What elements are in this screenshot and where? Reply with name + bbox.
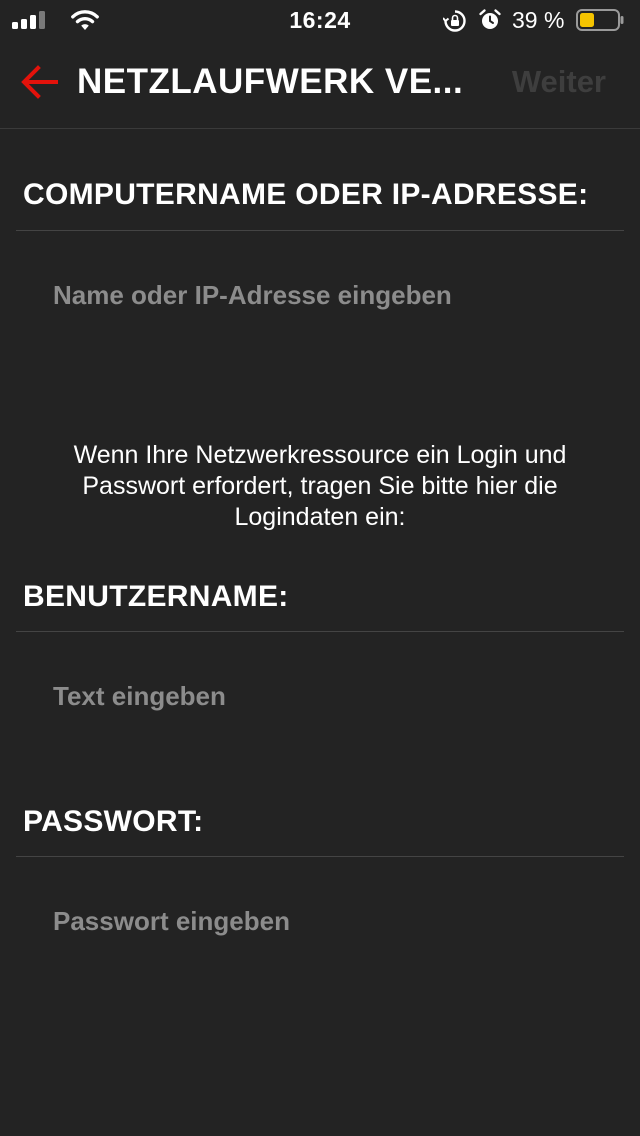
navigation-bar: NETZLAUFWERK VE... Weiter [0,40,640,129]
rotation-lock-icon [443,10,466,32]
divider [16,856,624,857]
battery-icon [576,9,624,31]
computer-name-input[interactable] [53,270,613,320]
page-title: NETZLAUFWERK VE... [77,62,464,101]
username-input[interactable] [53,671,613,721]
username-label: BENUTZERNAME: [23,580,289,613]
status-bar: 16:24 39 % [0,0,640,40]
password-input[interactable] [53,896,613,946]
back-button[interactable] [18,60,62,104]
next-button[interactable]: Weiter [512,64,606,100]
divider [16,631,624,632]
password-label: PASSWORT: [23,805,204,838]
alarm-icon [479,9,501,29]
divider [16,230,624,231]
battery-percent: 39 % [512,7,565,33]
arrow-left-icon [21,65,58,99]
login-info-text: Wenn Ihre Netzwerkressource ein Login un… [73,441,567,531]
computer-name-label: COMPUTERNAME ODER IP-ADRESSE: [23,178,589,211]
